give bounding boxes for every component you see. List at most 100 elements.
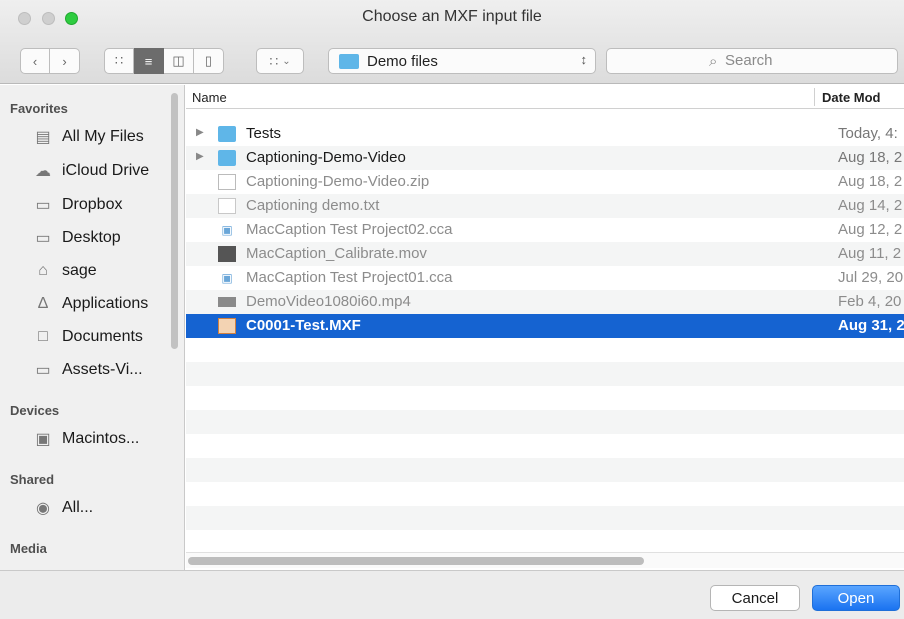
desktop-folder-icon: ▭ <box>35 230 51 247</box>
file-row-cca-01: ▣ MacCaption Test Project01.cca Jul 29, … <box>186 266 904 290</box>
cover-flow-view-button[interactable]: ▯ <box>194 48 224 74</box>
applications-icon: ∆ <box>38 295 48 312</box>
file-row-zip: Captioning-Demo-Video.zip Aug 18, 2 <box>186 170 904 194</box>
file-name: Tests <box>246 125 282 142</box>
open-button[interactable]: Open <box>812 585 900 611</box>
sidebar-section-shared: Shared <box>10 472 55 487</box>
search-field[interactable]: ⌕ <box>606 48 898 74</box>
sidebar-item-label: Macintos... <box>62 430 140 447</box>
view-mode-segment: ∷ ≡ ◫ ▯ <box>104 48 224 74</box>
arrange-grid-icon: ∷ <box>269 52 279 69</box>
sidebar-item-label: sage <box>62 262 97 279</box>
folder-icon: ▭ <box>35 197 51 214</box>
empty-row <box>186 410 904 434</box>
location-popup[interactable]: Demo files ↕ <box>328 48 596 74</box>
file-row-cca-02: ▣ MacCaption Test Project02.cca Aug 12, … <box>186 218 904 242</box>
column-header-name[interactable]: Name <box>192 90 227 105</box>
file-row-mxf-selected[interactable]: C0001-Test.MXF Aug 31, 2 <box>186 314 904 338</box>
chevron-down-icon: ⌄ <box>282 55 291 67</box>
scrollbar-thumb[interactable] <box>188 557 644 565</box>
sidebar-item-label: iCloud Drive <box>62 162 150 179</box>
folder-icon <box>218 150 236 166</box>
caption-project-icon: ▣ <box>221 223 233 237</box>
sidebar-item-documents[interactable]: □ Documents <box>0 323 175 351</box>
sidebar-item-all-my-files[interactable]: ▤ All My Files <box>0 123 175 151</box>
empty-row <box>186 482 904 506</box>
file-name: MacCaption Test Project02.cca <box>246 221 453 238</box>
file-row-txt: Captioning demo.txt Aug 14, 2 <box>186 194 904 218</box>
home-icon: ⌂ <box>38 262 48 279</box>
list-view-button[interactable]: ≡ <box>134 48 164 74</box>
sidebar-item-label: Documents <box>62 328 143 345</box>
file-name: Captioning demo.txt <box>246 197 380 214</box>
icon-view-button[interactable]: ∷ <box>104 48 134 74</box>
file-date: Aug 18, 2 <box>838 149 903 166</box>
sidebar-item-shared-all[interactable]: ◉ All... <box>0 494 175 522</box>
file-date: Aug 12, 2 <box>838 221 903 238</box>
file-name: MacCaption Test Project01.cca <box>246 269 453 286</box>
sidebar-item-icloud-drive[interactable]: ☁ iCloud Drive <box>0 157 175 185</box>
search-icon: ⌕ <box>709 53 718 70</box>
dialog-footer: Cancel Open <box>0 570 904 619</box>
empty-row <box>186 338 904 362</box>
column-view-button[interactable]: ◫ <box>164 48 194 74</box>
sidebar-item-applications[interactable]: ∆ Applications <box>0 290 175 318</box>
empty-row <box>186 362 904 386</box>
sidebar-section-favorites: Favorites <box>10 101 68 116</box>
sidebar-scrollbar[interactable] <box>171 93 178 349</box>
sidebar-item-label: Dropbox <box>62 196 123 213</box>
file-list: Name Date Mod ▶ Tests Today, 4: ▶ Captio… <box>186 85 904 570</box>
folder-icon <box>218 126 236 142</box>
cloud-icon: ☁ <box>35 163 51 180</box>
file-date: Feb 4, 20 <box>838 293 902 310</box>
column-divider[interactable] <box>814 88 815 106</box>
navigation-segment: ‹ › <box>20 48 80 74</box>
mxf-file-icon <box>218 318 236 334</box>
movie-file-icon <box>218 246 236 262</box>
chevron-right-icon: › <box>62 53 67 69</box>
sidebar-item-sage[interactable]: ⌂ sage <box>0 257 175 285</box>
horizontal-scrollbar[interactable] <box>186 552 904 568</box>
empty-row <box>186 530 904 554</box>
file-row-captioning-folder[interactable]: ▶ Captioning-Demo-Video Aug 18, 2 <box>186 146 904 170</box>
search-input[interactable] <box>725 52 885 69</box>
empty-row <box>186 434 904 458</box>
sidebar-item-macintosh[interactable]: ▣ Macintos... <box>0 425 175 453</box>
list-lines-icon: ≡ <box>144 53 153 69</box>
sidebar-item-desktop[interactable]: ▭ Desktop <box>0 224 175 252</box>
title-toolbar: Choose an MXF input file ‹ › ∷ ≡ ◫ ▯ ∷ ⌄… <box>0 0 904 84</box>
column-header-date-modified[interactable]: Date Mod <box>822 90 881 105</box>
file-name: C0001-Test.MXF <box>246 317 361 334</box>
all-files-icon: ▤ <box>35 129 51 146</box>
hard-disk-icon: ▣ <box>35 431 51 448</box>
icon-grid-icon: ∷ <box>114 53 124 68</box>
disclosure-triangle-icon[interactable]: ▶ <box>196 151 204 162</box>
file-name: MacCaption_Calibrate.mov <box>246 245 427 262</box>
folder-icon: ▭ <box>35 362 51 379</box>
file-date: Aug 11, 2 <box>838 245 902 262</box>
arrange-button[interactable]: ∷ ⌄ <box>256 48 304 74</box>
empty-row <box>186 386 904 410</box>
file-row-tests[interactable]: ▶ Tests Today, 4: <box>186 122 904 146</box>
sidebar-item-assets[interactable]: ▭ Assets-Vi... <box>0 356 175 384</box>
location-label: Demo files <box>367 53 438 70</box>
documents-icon: □ <box>38 328 48 345</box>
cancel-button[interactable]: Cancel <box>710 585 800 611</box>
disclosure-triangle-icon[interactable]: ▶ <box>196 127 204 138</box>
back-button[interactable]: ‹ <box>20 48 50 74</box>
list-header: Name Date Mod <box>186 85 904 109</box>
file-name: DemoVideo1080i60.mp4 <box>246 293 411 310</box>
sidebar-item-dropbox[interactable]: ▭ Dropbox <box>0 191 175 219</box>
empty-row <box>186 506 904 530</box>
folder-icon <box>339 54 359 69</box>
forward-button[interactable]: › <box>50 48 80 74</box>
caption-project-icon: ▣ <box>221 271 233 285</box>
file-row-mov: MacCaption_Calibrate.mov Aug 11, 2 <box>186 242 904 266</box>
sidebar-item-label: All My Files <box>62 128 144 145</box>
chevron-left-icon: ‹ <box>32 53 38 69</box>
file-date: Aug 14, 2 <box>838 197 903 214</box>
empty-row <box>186 458 904 482</box>
sidebar: Favorites ▤ All My Files ☁ iCloud Drive … <box>0 85 185 570</box>
sidebar-item-label: Desktop <box>62 229 121 246</box>
file-name: Captioning-Demo-Video.zip <box>246 173 430 190</box>
